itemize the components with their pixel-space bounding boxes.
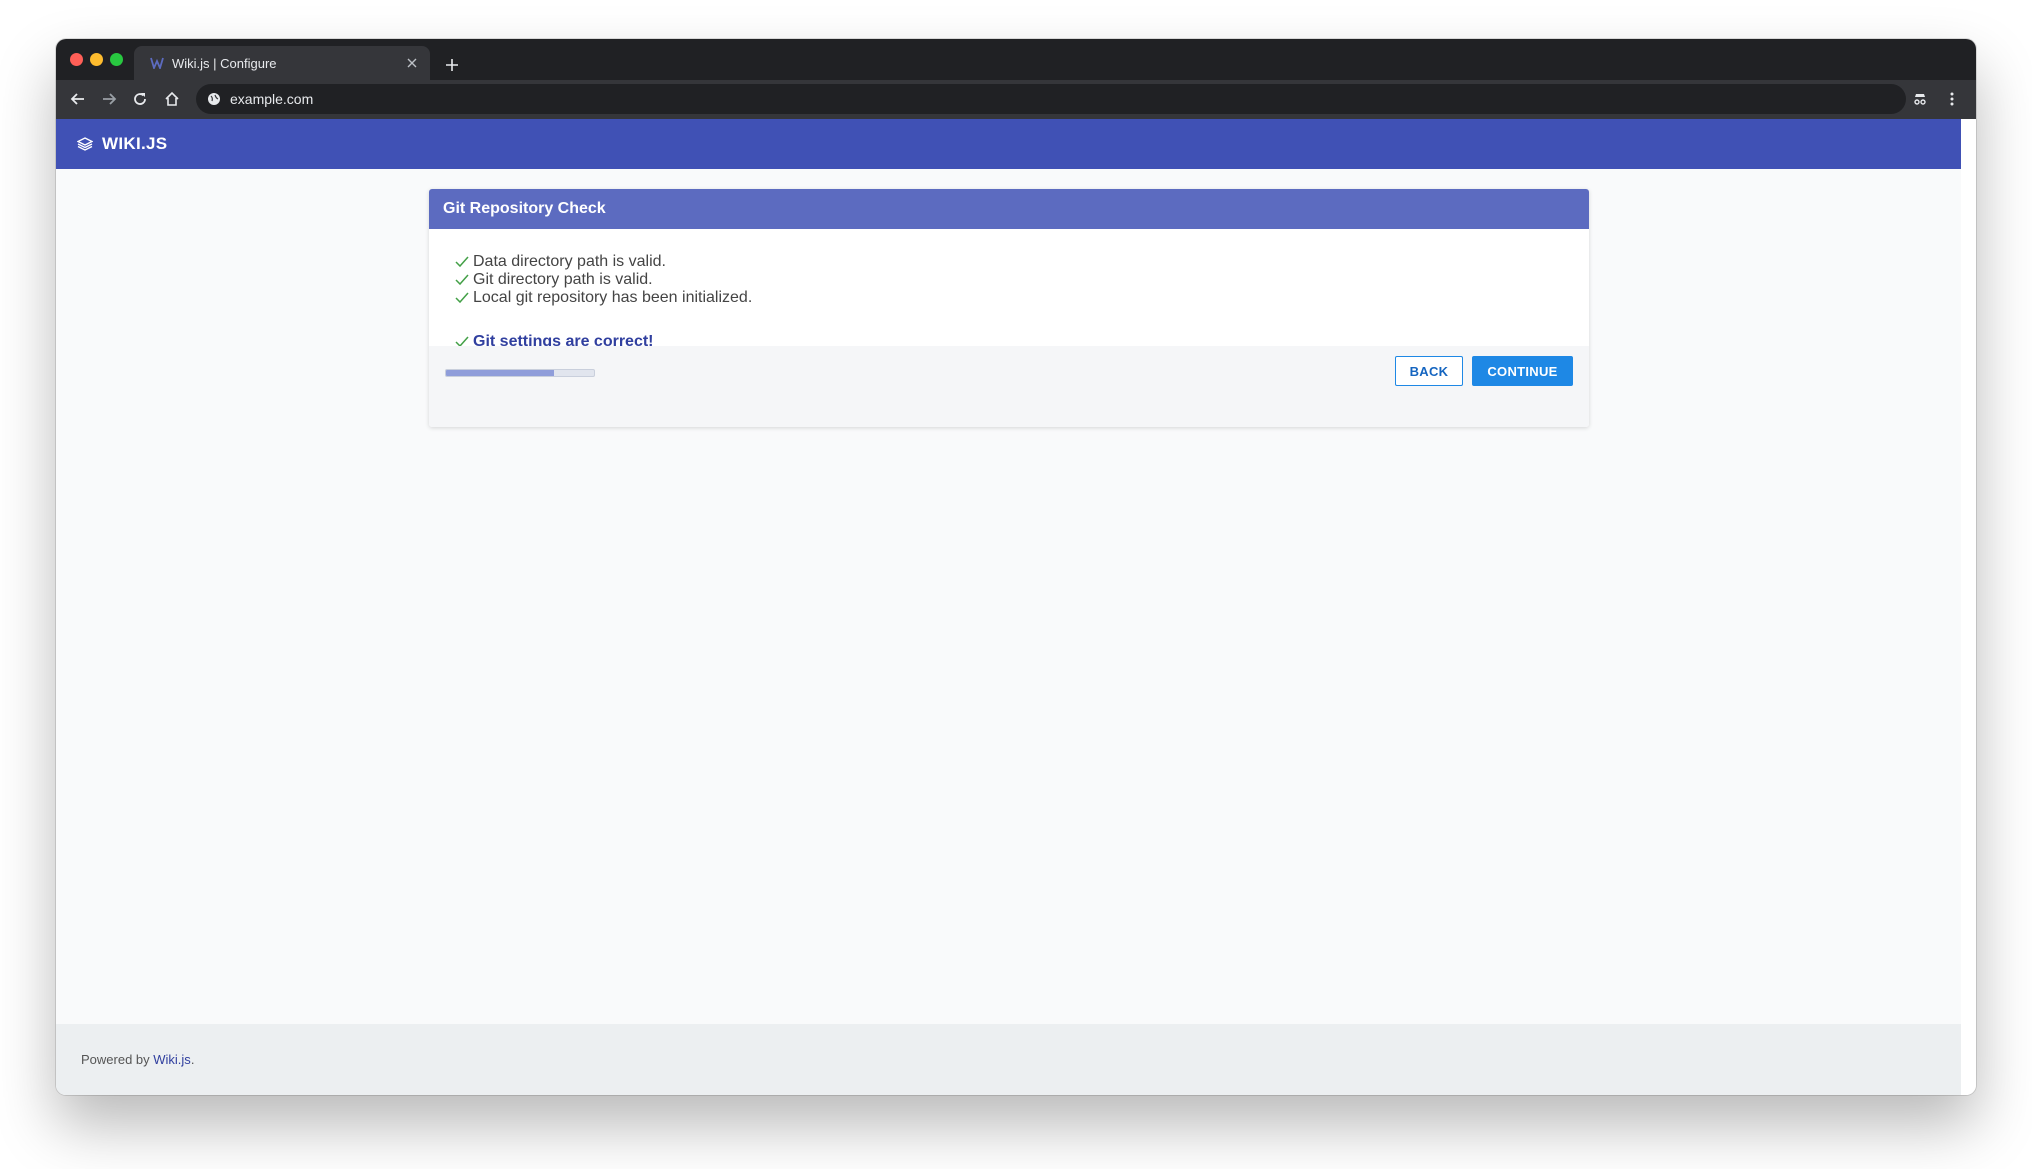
- wikijs-link[interactable]: Wiki.js: [153, 1052, 191, 1067]
- check-item-label: Data directory path is valid.: [473, 253, 666, 270]
- back-arrow-icon[interactable]: [64, 85, 92, 113]
- browser-window: Wiki.js | Configure example.com WIKI.JS …: [56, 39, 1976, 1095]
- card-footer: BACK CONTINUE: [429, 346, 1589, 427]
- page-content: WIKI.JS Git Repository Check Data direct…: [56, 119, 1961, 1095]
- check-item: Data directory path is valid.: [454, 253, 1564, 271]
- checkmark-icon: [454, 255, 469, 270]
- scrollbar-track[interactable]: [1961, 119, 1976, 1095]
- new-tab-icon[interactable]: [438, 51, 466, 79]
- reload-icon[interactable]: [126, 85, 154, 113]
- home-icon[interactable]: [158, 85, 186, 113]
- card-body: Data directory path is valid. Git direct…: [429, 229, 1589, 350]
- setup-progress-bar: [445, 369, 595, 377]
- continue-button[interactable]: CONTINUE: [1472, 356, 1573, 386]
- maximize-window-button[interactable]: [110, 53, 123, 66]
- incognito-icon[interactable]: [1906, 85, 1934, 113]
- progress-fill: [446, 370, 555, 376]
- layers-icon: [76, 135, 94, 153]
- wikijs-favicon-icon: [148, 54, 166, 72]
- address-bar[interactable]: example.com: [196, 84, 1906, 114]
- card-header: Git Repository Check: [429, 189, 1589, 229]
- check-item-label: Local git repository has been initialize…: [473, 289, 753, 306]
- checkmark-icon: [454, 273, 469, 288]
- browser-tab[interactable]: Wiki.js | Configure: [134, 46, 430, 80]
- menu-dots-icon[interactable]: [1938, 85, 1966, 113]
- browser-toolbar: example.com: [56, 80, 1976, 119]
- url-text: example.com: [230, 91, 314, 107]
- footer-suffix: .: [190, 1052, 195, 1067]
- close-window-button[interactable]: [70, 53, 83, 66]
- card-title: Git Repository Check: [443, 200, 606, 217]
- checkmark-icon: [454, 291, 469, 306]
- page-footer: Powered by Wiki.js.: [56, 1024, 1961, 1095]
- tab-close-icon[interactable]: [400, 51, 424, 75]
- minimize-window-button[interactable]: [90, 53, 103, 66]
- check-item: Local git repository has been initialize…: [454, 289, 1564, 307]
- tab-strip: Wiki.js | Configure: [56, 39, 1976, 80]
- git-check-card: Git Repository Check Data directory path…: [429, 189, 1589, 427]
- footer-prefix: Powered by: [81, 1052, 154, 1067]
- check-item: Git directory path is valid.: [454, 271, 1564, 289]
- forward-arrow-icon[interactable]: [95, 85, 123, 113]
- brand-name[interactable]: WIKI.JS: [102, 134, 167, 154]
- tab-title: Wiki.js | Configure: [172, 55, 277, 71]
- globe-icon: [206, 91, 222, 107]
- check-item-label: Git directory path is valid.: [473, 271, 653, 288]
- app-header: WIKI.JS: [56, 119, 1961, 169]
- footer-text: Powered by Wiki.js.: [81, 1052, 194, 1067]
- back-button[interactable]: BACK: [1395, 356, 1463, 386]
